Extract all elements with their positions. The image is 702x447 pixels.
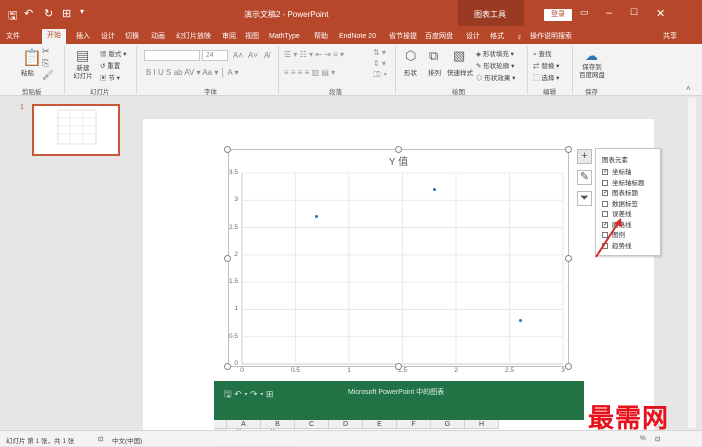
y-tick-label: 0.5 bbox=[228, 332, 238, 340]
column-header[interactable]: C bbox=[295, 420, 329, 429]
filter-icon: ⏷ bbox=[580, 192, 589, 204]
column-header[interactable]: G bbox=[431, 420, 465, 429]
chart-element-option[interactable]: 数据标签 bbox=[602, 198, 638, 208]
annotation-arrow bbox=[595, 218, 622, 258]
resize-handle[interactable] bbox=[565, 146, 572, 153]
chart-element-label: 坐标轴 bbox=[612, 169, 632, 176]
checkbox[interactable]: ✓ bbox=[602, 190, 608, 197]
data-point[interactable] bbox=[433, 187, 437, 191]
x-tick-label: 0.5 bbox=[290, 367, 301, 374]
excel-title-bar: 🖫 ↶ ▾ ↷ ▾ ⊞ Microsoft PowerPoint 中的图表 bbox=[214, 381, 584, 420]
x-tick-label: 1 bbox=[347, 367, 351, 374]
chart-element-option[interactable]: ✓ 坐标轴 bbox=[602, 166, 632, 176]
resize-handle[interactable] bbox=[565, 255, 572, 262]
select-all-corner[interactable] bbox=[214, 420, 227, 429]
x-tick-label: 0 bbox=[240, 367, 244, 374]
column-header[interactable]: E bbox=[363, 420, 397, 429]
chart-elements-header: 图表元素 bbox=[602, 157, 628, 164]
resize-handle[interactable] bbox=[565, 363, 572, 370]
watermark: 最需网 bbox=[588, 404, 670, 434]
data-point[interactable] bbox=[518, 318, 522, 322]
y-tick-label: 3.5 bbox=[228, 169, 238, 176]
y-tick-label: 2.5 bbox=[228, 223, 238, 231]
resize-handle[interactable] bbox=[224, 146, 231, 153]
chart-styles-button[interactable]: ✎ bbox=[577, 170, 592, 185]
y-tick-label: 1 bbox=[234, 305, 238, 313]
column-header[interactable]: H bbox=[465, 420, 499, 429]
checkbox[interactable] bbox=[602, 200, 608, 207]
chart-filters-button[interactable]: ⏷ bbox=[577, 191, 592, 206]
chart-element-label: 数据标签 bbox=[612, 200, 638, 208]
excel-window-title: Microsoft PowerPoint 中的图表 bbox=[348, 389, 445, 396]
x-tick-label: 2.5 bbox=[504, 367, 515, 374]
chart-element-option[interactable]: ✓ 图表标题 bbox=[602, 187, 638, 197]
column-header[interactable]: D bbox=[329, 420, 363, 429]
checkbox[interactable]: ✓ bbox=[602, 169, 608, 176]
slide-counter: 幻灯片 第 1 张，共 1 张 bbox=[6, 438, 75, 445]
chart-element-label: 图表标题 bbox=[612, 190, 638, 197]
chart-element-label: 坐标轴标题 bbox=[612, 179, 645, 187]
language-indicator[interactable]: 中文(中国) bbox=[112, 435, 142, 445]
resize-handle[interactable] bbox=[395, 146, 402, 153]
checkbox[interactable] bbox=[602, 179, 608, 186]
y-tick-label: 1.5 bbox=[228, 278, 238, 286]
resize-handle[interactable] bbox=[395, 363, 402, 370]
column-header[interactable]: B bbox=[261, 420, 295, 429]
brush-icon: ✎ bbox=[579, 171, 590, 183]
resize-handle[interactable] bbox=[224, 363, 231, 370]
fit-slide-icon[interactable]: ⊡ bbox=[655, 435, 660, 443]
chart-element-option[interactable]: 坐标轴标题 bbox=[602, 177, 645, 187]
resize-handle[interactable] bbox=[224, 255, 231, 262]
column-header[interactable]: F bbox=[397, 420, 431, 429]
chart-elements-button[interactable]: + bbox=[577, 149, 592, 164]
excel-quick-access-icons[interactable]: 🖫 ↶ ▾ ↷ ▾ ⊞ bbox=[224, 387, 273, 403]
zoom-level[interactable]: % bbox=[640, 435, 646, 442]
x-tick-label: 2 bbox=[454, 367, 458, 374]
spellcheck-icon[interactable]: ⊡ bbox=[98, 435, 103, 443]
y-tick-label: 3 bbox=[234, 196, 238, 204]
plus-icon: + bbox=[581, 150, 588, 162]
column-header[interactable]: A bbox=[227, 420, 261, 429]
